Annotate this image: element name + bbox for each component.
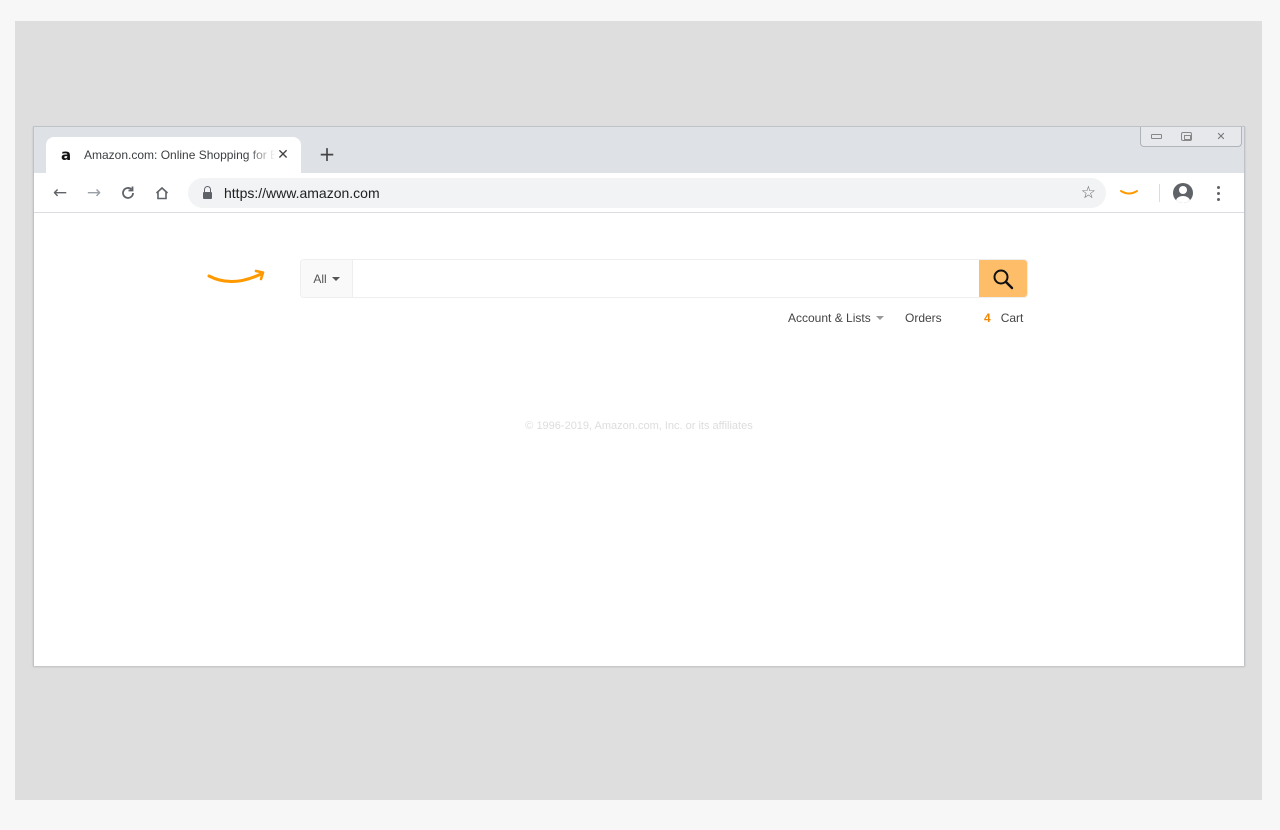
department-dropdown[interactable]: All: [301, 260, 353, 297]
search-button[interactable]: [979, 260, 1027, 297]
menu-icon[interactable]: [1210, 181, 1226, 205]
star-icon[interactable]: ☆: [1081, 183, 1096, 203]
browser-tab[interactable]: a Amazon.com: Online Shopping for Electr…: [46, 137, 301, 173]
footer-copyright: © 1996-2019, Amazon.com, Inc. or its aff…: [525, 420, 753, 432]
maximize-button[interactable]: [1171, 127, 1201, 146]
cart-count-badge: 4: [984, 311, 991, 325]
profile-icon[interactable]: [1173, 183, 1193, 203]
browser-titlebar: a Amazon.com: Online Shopping for Electr…: [34, 127, 1244, 173]
toolbar-divider: [1159, 184, 1160, 202]
minimize-icon: [1150, 134, 1162, 139]
account-lists-label: Account & Lists: [788, 311, 871, 325]
search-input[interactable]: [353, 260, 979, 297]
cart-link[interactable]: 4 Cart: [984, 311, 1023, 325]
browser-toolbar: ← → https://www.amazon.com ☆: [34, 173, 1244, 213]
forward-arrow-icon[interactable]: →: [82, 181, 106, 205]
search-bar: All: [300, 259, 1028, 298]
page-content: All Account & Lists Orders 4 Cart © 1996…: [34, 214, 1244, 666]
caret-down-icon: [331, 276, 340, 281]
close-tab-icon[interactable]: ✕: [275, 147, 291, 163]
close-icon: ✕: [1216, 130, 1226, 143]
new-tab-icon[interactable]: +: [316, 142, 338, 166]
orders-link[interactable]: Orders: [905, 311, 942, 325]
amazon-smile-logo[interactable]: [206, 266, 268, 290]
amazon-favicon-icon: a: [60, 146, 72, 164]
amazon-extension-icon[interactable]: [1119, 185, 1139, 199]
orders-label: Orders: [905, 311, 942, 325]
window-controls: ✕: [1140, 127, 1242, 147]
tab-title: Amazon.com: Online Shopping for Electron…: [84, 148, 276, 162]
browser-window: a Amazon.com: Online Shopping for Electr…: [33, 126, 1245, 666]
cart-label: Cart: [1000, 311, 1024, 325]
back-arrow-icon[interactable]: ←: [48, 181, 72, 205]
address-bar[interactable]: https://www.amazon.com ☆: [188, 178, 1106, 208]
caret-down-icon: [875, 316, 884, 320]
close-window-button[interactable]: ✕: [1201, 127, 1241, 146]
department-label: All: [313, 271, 327, 286]
account-lists-link[interactable]: Account & Lists: [788, 311, 884, 325]
reload-icon[interactable]: [116, 181, 140, 205]
restore-icon: [1180, 132, 1192, 141]
minimize-button[interactable]: [1141, 127, 1171, 146]
home-icon[interactable]: [150, 181, 174, 205]
lock-icon: [202, 186, 214, 200]
address-bar-url: https://www.amazon.com: [224, 185, 380, 201]
search-icon: [993, 269, 1014, 289]
